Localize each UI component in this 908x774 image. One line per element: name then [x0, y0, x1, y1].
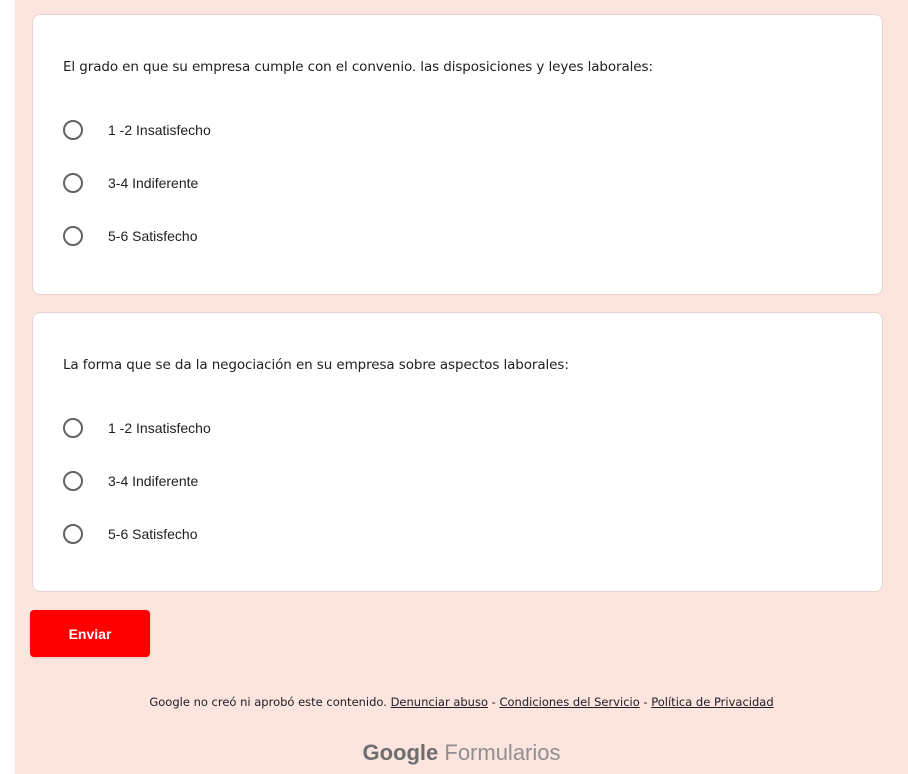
option-label: 5-6 Satisfecho	[108, 526, 198, 542]
question-card-2: La forma que se da la negociación en su …	[32, 312, 883, 592]
option-label: 5-6 Satisfecho	[108, 228, 198, 244]
radio-button[interactable]	[63, 226, 83, 246]
option-label: 1 -2 Insatisfecho	[108, 420, 211, 436]
radio-button[interactable]	[63, 524, 83, 544]
google-forms-logo[interactable]: Google Formularios	[15, 740, 908, 766]
radio-button[interactable]	[63, 471, 83, 491]
option-indiferente[interactable]: 3-4 Indiferente	[63, 471, 198, 491]
option-label: 3-4 Indiferente	[108, 175, 199, 191]
option-label: 1 -2 Insatisfecho	[108, 122, 211, 138]
brand-google: Google	[362, 740, 439, 765]
option-label: 3-4 Indiferente	[108, 473, 199, 489]
terms-link[interactable]: Condiciones del Servicio	[499, 695, 639, 709]
radio-button[interactable]	[63, 173, 83, 193]
option-indiferente[interactable]: 3-4 Indiferente	[63, 173, 198, 193]
radio-button[interactable]	[63, 120, 83, 140]
footer-separator: -	[639, 695, 652, 709]
option-insatisfecho[interactable]: 1 -2 Insatisfecho	[63, 120, 211, 140]
submit-button[interactable]: Enviar	[30, 610, 150, 657]
question-title: La forma que se da la negociación en su …	[63, 357, 569, 373]
brand-forms: Formularios	[444, 740, 561, 765]
question-card-1: El grado en que su empresa cumple con el…	[32, 14, 883, 295]
option-insatisfecho[interactable]: 1 -2 Insatisfecho	[63, 418, 211, 438]
option-satisfecho[interactable]: 5-6 Satisfecho	[63, 226, 198, 246]
footer-separator: -	[488, 695, 500, 709]
option-satisfecho[interactable]: 5-6 Satisfecho	[63, 524, 198, 544]
footer: Google no creó ni aprobó este contenido.…	[15, 695, 908, 709]
footer-disclaimer: Google no creó ni aprobó este contenido.	[149, 695, 387, 709]
privacy-link[interactable]: Política de Privacidad	[651, 695, 773, 709]
radio-button[interactable]	[63, 418, 83, 438]
report-abuse-link[interactable]: Denunciar abuso	[391, 695, 488, 709]
question-title: El grado en que su empresa cumple con el…	[63, 59, 653, 75]
